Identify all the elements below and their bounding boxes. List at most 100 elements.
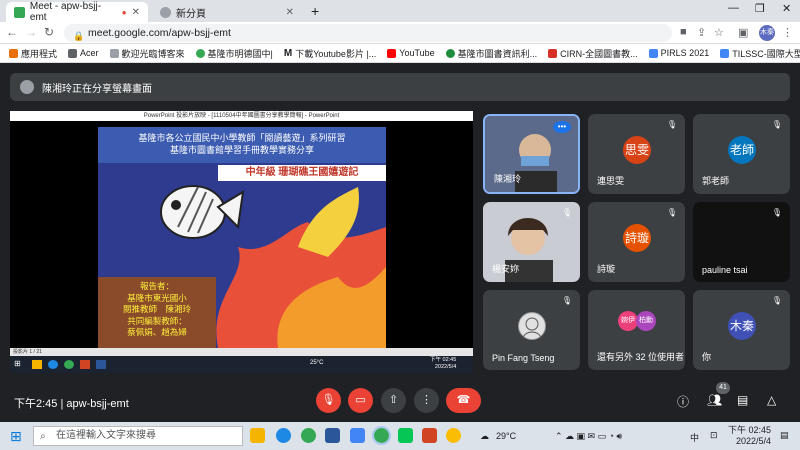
taskbar-clock[interactable]: 下午 02:45 2022/5/4 (728, 425, 771, 447)
mic-toggle-button[interactable]: 🎙︎ (316, 388, 341, 413)
reload-icon[interactable]: ↻ (44, 25, 54, 39)
mic-off-icon: 🎙︎ (771, 208, 783, 217)
mic-off-icon: 🎙︎ (561, 208, 573, 217)
bookmark-pirls[interactable]: PIRLS 2021 (648, 48, 710, 58)
chrome-menu-icon[interactable]: ⋮ (782, 26, 793, 39)
slide-header-line: 基隆市各公立國民中小學教師「閱讀藝遊」系列研習 (138, 133, 346, 143)
chrome-canary-icon[interactable] (446, 428, 461, 443)
mic-off-icon: 🎙︎ (771, 120, 783, 129)
participant-tile-1[interactable]: ••• 陳湘玲 (483, 114, 580, 194)
share-icon[interactable]: ⇪ (697, 26, 706, 39)
minimize-icon[interactable]: — (728, 2, 739, 14)
participant-avatar (518, 312, 546, 340)
close-tab-icon[interactable]: ✕ (286, 7, 294, 18)
participant-tile-2[interactable]: 🎙︎ 思雯 連思雯 (588, 114, 685, 194)
weather-icon: ☁ (480, 431, 489, 441)
participant-tile-more[interactable]: 婉伊 柏勳 還有另外 32 位使用者 (588, 290, 685, 370)
file-explorer-icon[interactable] (250, 428, 265, 443)
forward-icon[interactable]: → (25, 25, 37, 39)
participant-avatar: 老師 (728, 136, 756, 164)
windows-start-icon[interactable]: ⊞ (10, 428, 22, 445)
others-avatar: 柏勳 (636, 311, 656, 331)
participant-tile-5[interactable]: 🎙︎ 詩璇 詩璇 (588, 202, 685, 282)
chrome-icon[interactable] (301, 428, 316, 443)
people-icon[interactable]: 👥︎ (707, 393, 722, 407)
app-icon[interactable] (350, 428, 365, 443)
url-bar[interactable]: 🔒 meet.google.com/apw-bsjj-emt (64, 24, 672, 42)
tab-new-tab[interactable]: 新分頁 ✕ (152, 2, 302, 22)
back-icon[interactable]: ← (6, 25, 18, 39)
participant-tile-4[interactable]: 🎙︎ 楊安妳 (483, 202, 580, 282)
bookmark-cirn[interactable]: CIRN-全國圖書教... (548, 47, 638, 60)
ime-mode-icon[interactable]: ⊡ (710, 430, 718, 441)
page-icon (109, 48, 119, 58)
shared-screen[interactable]: PowerPoint 投影片放映 - [1110504中年國圖書分享教學簡報] … (10, 111, 473, 373)
camera-toggle-button[interactable]: ▭ (348, 388, 373, 413)
leave-call-button[interactable]: ☎ (446, 388, 481, 413)
reporter-line: 蔡佩娟、趙為婦 (127, 327, 187, 337)
bookmark-youtube[interactable]: YouTube (387, 48, 435, 58)
clock-text: 下午2:45 (14, 398, 58, 410)
bookmark-apps[interactable]: 應用程式 (9, 47, 57, 60)
maximize-icon[interactable]: ❐ (755, 2, 765, 15)
shared-taskbar: ⊞ 25°C 下午 02:45 2022/5/4 (10, 356, 473, 373)
bookmark-label: 基隆市圖書資訊利... (457, 48, 538, 59)
bookmark-school[interactable]: 基隆市明德國中| (195, 47, 273, 60)
ime-indicator[interactable]: 中 (690, 431, 699, 444)
participant-tile-self[interactable]: 🎙︎ 木秦 你 (693, 290, 790, 370)
notifications-icon[interactable]: ▤ (780, 430, 789, 441)
mini-clock-time: 下午 02:45 (430, 357, 457, 363)
powerpoint-icon[interactable] (422, 428, 437, 443)
presenting-banner: 陳湘玲正在分享螢幕畫面 (10, 73, 790, 101)
participant-name: 還有另外 32 位使用者 (597, 352, 685, 362)
recording-dot-icon: ● (121, 7, 127, 17)
presentation-slide: 基隆市各公立國民中小學教師「閱讀藝遊」系列研習 基隆市圖書館學習手冊教學實務分享… (98, 127, 386, 348)
present-screen-button[interactable]: ⇧ (381, 388, 406, 413)
windows-taskbar: ⊞ ⌕ 在這裡輸入文字來搜尋 ☁ 29°C ⌃ ☁ ▣ ✉ ▭ ◔ 🔊︎ 中 ⊡… (0, 422, 800, 450)
participant-name: 連思雯 (597, 176, 625, 186)
system-tray-icons[interactable]: ⌃ ☁ ▣ ✉ ▭ ◔ 🔊︎ (555, 431, 622, 442)
bookmark-tilssc[interactable]: TILSSC-國際大型教... (720, 47, 800, 60)
search-icon: ⌕ (40, 431, 46, 442)
meeting-details-icon[interactable]: ⓘ (677, 393, 689, 410)
close-window-icon[interactable]: ✕ (782, 2, 791, 15)
slide-header: 基隆市各公立國民中小學教師「閱讀藝遊」系列研習 基隆市圖書館學習手冊教學實務分享 (98, 127, 386, 163)
bookmark-library[interactable]: 基隆市圖書資訊利... (445, 47, 538, 60)
more-options-button[interactable]: ⋮ (414, 388, 439, 413)
close-tab-icon[interactable]: ✕ (132, 7, 140, 18)
word-icon (96, 360, 106, 369)
more-options-icon[interactable]: ••• (553, 121, 571, 133)
mic-off-icon: 🎙︎ (666, 120, 678, 129)
bookmark-books[interactable]: 歡迎光臨博客來 (109, 47, 185, 60)
camera-icon[interactable]: ■ (680, 26, 687, 38)
edge-icon[interactable] (276, 428, 291, 443)
bookmark-label: PIRLS 2021 (660, 48, 710, 58)
mic-off-icon: 🎙︎ (771, 296, 783, 305)
word-icon[interactable] (325, 428, 340, 443)
reporter-line: 共同編製教師： (127, 315, 187, 326)
participant-tile-3[interactable]: 🎙︎ 老師 郭老師 (693, 114, 790, 194)
activities-icon[interactable]: △ (767, 393, 776, 407)
chrome-active-icon[interactable] (372, 426, 391, 445)
bookmark-star-icon[interactable]: ☆ (714, 26, 724, 39)
extensions-icon[interactable]: ▣ (738, 26, 748, 39)
bookmark-yt-download[interactable]: M 下載Youtube影片 |... (284, 47, 376, 60)
weather-text: 29°C (496, 431, 517, 441)
url-text: meet.google.com/apw-bsjj-emt (88, 27, 231, 39)
bookmark-acer[interactable]: Acer (68, 48, 99, 58)
new-tab-button[interactable]: + (311, 3, 319, 19)
youtube-icon (387, 48, 397, 58)
clock-time: 下午 02:45 (728, 425, 772, 435)
line-icon[interactable] (398, 428, 413, 443)
mic-off-icon: 🎙︎ (666, 208, 678, 217)
tab-meet[interactable]: Meet - apw-bsjj-emt ● ✕ (6, 1, 148, 23)
page-icon (720, 48, 730, 58)
profile-avatar[interactable]: 木秦 (759, 25, 775, 41)
chat-icon[interactable]: ▤ (737, 393, 748, 407)
meeting-time: 下午2:45 | apw-bsjj-emt (14, 398, 129, 410)
participant-tile-7[interactable]: 🎙︎ Pin Fang Tseng (483, 290, 580, 370)
page-icon (648, 48, 658, 58)
taskbar-search[interactable]: ⌕ 在這裡輸入文字來搜尋 (33, 426, 243, 446)
participant-tile-6[interactable]: 🎙︎ pauline tsai (693, 202, 790, 282)
slide-header-line: 基隆市圖書館學習手冊教學實務分享 (169, 145, 314, 155)
